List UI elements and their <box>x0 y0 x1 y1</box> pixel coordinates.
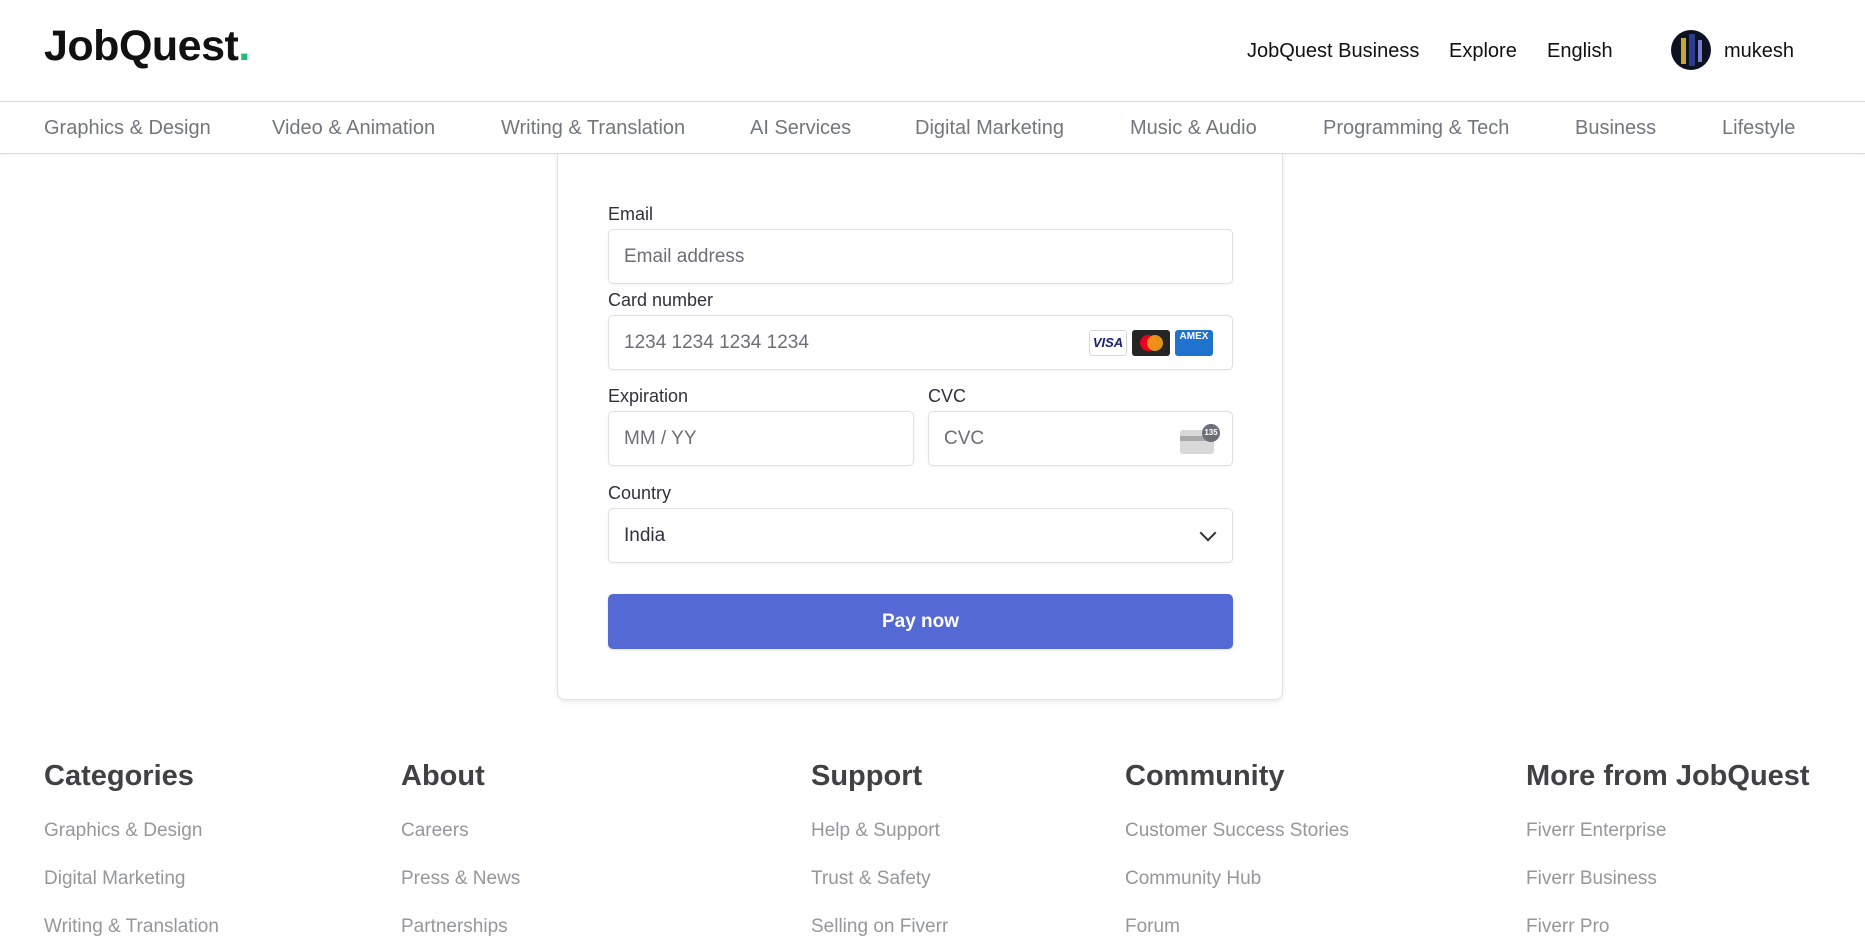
footer-column-categories: Categories Graphics & Design Digital Mar… <box>44 760 219 937</box>
footer-link[interactable]: Help & Support <box>811 820 940 842</box>
footer-link[interactable]: Press & News <box>401 868 520 890</box>
country-value: India <box>624 525 666 546</box>
footer-link[interactable]: Partnerships <box>401 916 508 938</box>
chevron-down-icon <box>1199 524 1217 542</box>
card-brand-icons: VISA AMEX <box>1089 330 1213 356</box>
logo-text: JobQuest <box>44 22 239 70</box>
footer-heading: More from JobQuest <box>1526 760 1810 792</box>
logo[interactable]: JobQuest. <box>44 22 250 71</box>
amex-icon: AMEX <box>1175 330 1213 356</box>
footer-heading: Categories <box>44 760 194 792</box>
category-writing-translation[interactable]: Writing & Translation <box>501 117 685 140</box>
category-ai-services[interactable]: AI Services <box>750 117 851 140</box>
footer-link[interactable]: Graphics & Design <box>44 820 202 842</box>
nav-jobquest-business[interactable]: JobQuest Business <box>1247 40 1419 63</box>
category-programming-tech[interactable]: Programming & Tech <box>1323 117 1509 140</box>
footer-link[interactable]: Careers <box>401 820 469 842</box>
footer-column-support: Support Help & Support Trust & Safety Se… <box>811 760 948 937</box>
footer-column-community: Community Customer Success Stories Commu… <box>1125 760 1349 937</box>
visa-icon: VISA <box>1089 330 1127 356</box>
category-bar: Graphics & Design Video & Animation Writ… <box>0 102 1865 154</box>
username[interactable]: mukesh <box>1724 40 1794 63</box>
mastercard-icon <box>1132 330 1170 356</box>
footer-link[interactable]: Community Hub <box>1125 868 1261 890</box>
footer-column-more: More from JobQuest Fiverr Enterprise Fiv… <box>1526 760 1810 937</box>
footer-link[interactable]: Forum <box>1125 916 1180 938</box>
footer-heading: Community <box>1125 760 1285 792</box>
email-label: Email <box>608 204 654 224</box>
category-music-audio[interactable]: Music & Audio <box>1130 117 1257 140</box>
logo-dot: . <box>238 22 250 70</box>
category-digital-marketing[interactable]: Digital Marketing <box>915 117 1064 140</box>
category-graphics-design[interactable]: Graphics & Design <box>44 117 211 140</box>
card-number-placeholder: 1234 1234 1234 1234 <box>624 332 809 353</box>
pay-now-button[interactable]: Pay now <box>608 594 1233 649</box>
nav-language[interactable]: English <box>1547 40 1613 63</box>
footer-link[interactable]: Fiverr Pro <box>1526 916 1609 938</box>
cvc-label: CVC <box>928 386 967 406</box>
top-header: JobQuest. JobQuest Business Explore Engl… <box>0 0 1865 102</box>
footer-link[interactable]: Customer Success Stories <box>1125 820 1349 842</box>
footer-column-about: About Careers Press & News Partnerships <box>401 760 520 937</box>
cvc-card-icon: 135 <box>1180 424 1220 454</box>
expiration-field[interactable]: MM / YY <box>608 411 914 466</box>
category-video-animation[interactable]: Video & Animation <box>272 117 435 140</box>
footer-heading: Support <box>811 760 923 792</box>
footer-link[interactable]: Trust & Safety <box>811 868 931 890</box>
footer-heading: About <box>401 760 485 792</box>
avatar[interactable] <box>1671 30 1711 70</box>
country-label: Country <box>608 483 672 503</box>
country-select[interactable]: India <box>608 508 1233 563</box>
footer-link[interactable]: Selling on Fiverr <box>811 916 948 938</box>
expiration-label: Expiration <box>608 386 689 406</box>
cvc-placeholder: CVC <box>944 428 985 449</box>
cvc-field[interactable]: CVC 135 <box>928 411 1233 466</box>
email-placeholder: Email address <box>624 246 745 267</box>
card-number-label: Card number <box>608 290 714 310</box>
nav-explore[interactable]: Explore <box>1449 40 1517 63</box>
footer-link[interactable]: Digital Marketing <box>44 868 186 890</box>
category-lifestyle[interactable]: Lifestyle <box>1722 117 1795 140</box>
footer-link[interactable]: Fiverr Enterprise <box>1526 820 1666 842</box>
footer-link[interactable]: Fiverr Business <box>1526 868 1657 890</box>
email-field[interactable]: Email address <box>608 229 1233 284</box>
card-number-field[interactable]: 1234 1234 1234 1234 VISA AMEX <box>608 315 1233 370</box>
category-business[interactable]: Business <box>1575 117 1656 140</box>
payment-form: Email Email address Card number 1234 123… <box>557 154 1283 700</box>
expiration-placeholder: MM / YY <box>624 428 697 449</box>
footer-link[interactable]: Writing & Translation <box>44 916 219 938</box>
